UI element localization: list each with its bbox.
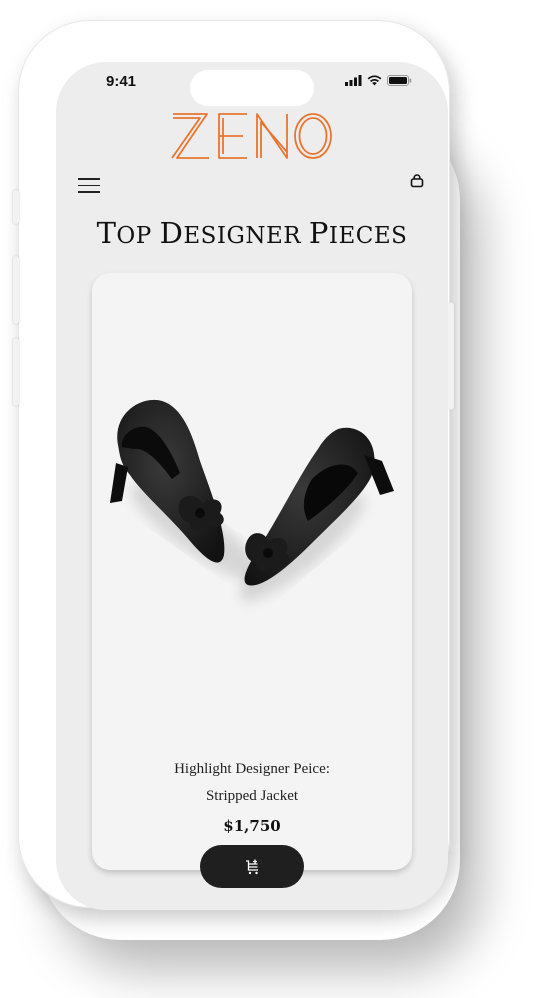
product-name-line2: Stripped Jacket (205, 788, 299, 804)
zeno-logo-icon (171, 113, 332, 159)
product-image (110, 399, 394, 602)
phone-power-button (448, 302, 454, 410)
product-card[interactable]: Highlight Designer Peice: Stripped Jacke… (92, 273, 412, 870)
menu-hamburger-icon[interactable] (78, 178, 100, 194)
battery-icon (387, 75, 412, 86)
wifi-icon (367, 75, 382, 86)
add-to-cart-button[interactable] (200, 845, 304, 888)
status-icons (345, 75, 412, 86)
add-to-cart-icon (246, 859, 258, 874)
product-price: $1,750 (223, 817, 281, 835)
phone-silent-switch (13, 190, 19, 224)
app-screen: 9:41 TOP DESIGNER PIECES Highlight Desig… (56, 62, 448, 910)
shopping-bag-icon[interactable] (410, 174, 424, 193)
status-time: 9:41 (106, 73, 137, 90)
phone-frame: 9:41 TOP DESIGNER PIECES Highlight Desig… (13, 20, 454, 910)
cellular-signal-icon (345, 75, 362, 86)
phone-volume-up (13, 256, 19, 324)
product-name-line1: Highlight Designer Peice: (174, 761, 330, 777)
brand-logo (56, 110, 448, 167)
phone-volume-down (13, 338, 19, 406)
page-title: TOP DESIGNER PIECES (96, 216, 408, 250)
left-shoe (110, 399, 225, 563)
dynamic-island (190, 70, 314, 106)
right-shoe (244, 427, 394, 586)
